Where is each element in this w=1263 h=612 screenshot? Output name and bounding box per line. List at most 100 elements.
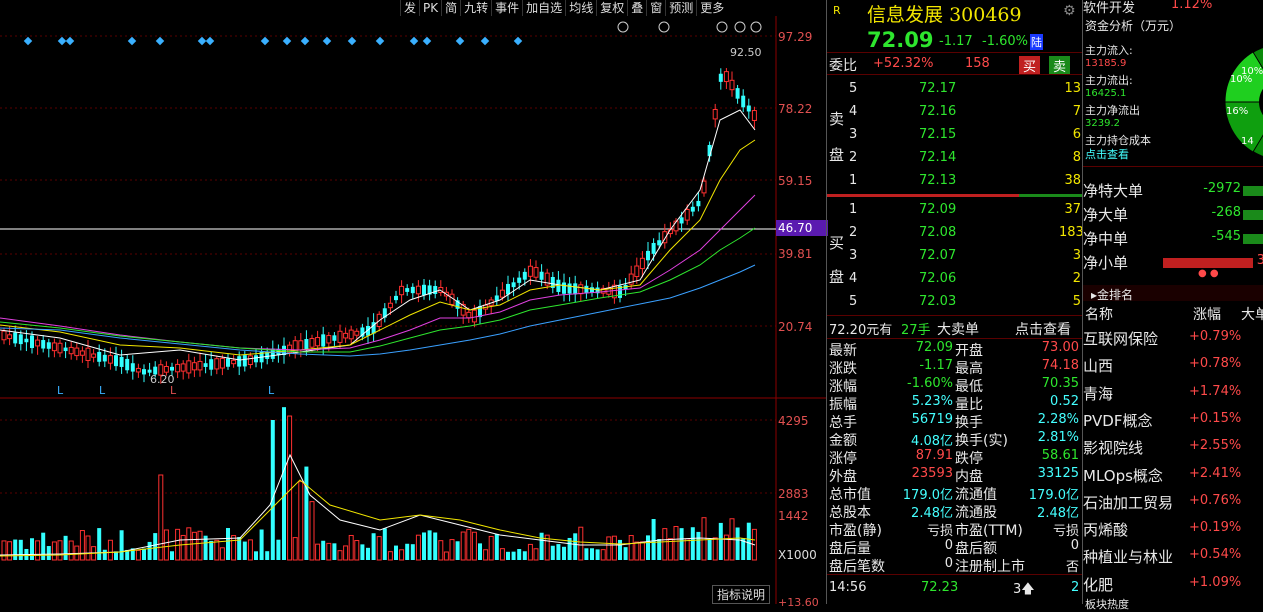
gear-icon[interactable]: ⚙ [1063, 3, 1076, 19]
toolbar-item-adjust[interactable]: 复权 [596, 0, 627, 16]
candle [522, 271, 527, 280]
rank-col-bigorder[interactable]: 大单 [1241, 304, 1263, 324]
volume-bar [506, 551, 510, 560]
buy-button[interactable]: 买 [1019, 56, 1041, 75]
up-arrow-icon: 🡅 [1021, 582, 1035, 597]
toolbar-item-add-watch[interactable]: 加自选 [522, 0, 565, 16]
volume-bar [30, 538, 34, 560]
candle [326, 335, 332, 344]
toolbar-item-forecast[interactable]: 预测 [665, 0, 696, 16]
pager-dots[interactable]: ● ● [1198, 268, 1219, 279]
candle [387, 302, 393, 309]
stat-label: 量比 [955, 397, 983, 413]
toolbar-item-overlay[interactable]: 叠 [627, 0, 646, 16]
volume-bar [684, 538, 690, 561]
candle [527, 265, 533, 277]
buy_side-price: 72.06 [919, 271, 957, 286]
rank-row-name[interactable]: 丙烯酸 [1083, 519, 1128, 540]
toolbar-item-more[interactable]: 更多 [696, 0, 727, 16]
sell-button[interactable]: 卖 [1049, 56, 1071, 75]
rank-row-change: +1.09% [1189, 574, 1242, 590]
stat-value: 2.81% [1037, 430, 1079, 445]
volume-bar [102, 549, 107, 560]
candle [410, 286, 415, 294]
candle [735, 88, 740, 99]
stat-value: 23593 [911, 466, 953, 481]
candle [690, 206, 695, 212]
rank-row-name[interactable]: 影视院线 [1083, 437, 1143, 458]
candle [729, 79, 735, 91]
high-price-label: 92.50 [730, 46, 762, 59]
rank-row-name[interactable]: 石油加工贸易 [1083, 492, 1173, 513]
volume-bar [214, 539, 220, 561]
rank-row-name[interactable]: 化肥 [1083, 574, 1113, 595]
stat-label: 跌停 [955, 451, 983, 467]
candle [321, 334, 326, 347]
main-out-label: 主力流出: [1085, 74, 1133, 87]
candle [219, 357, 225, 369]
buy-side-label: 买 [829, 234, 845, 252]
volume-bar [478, 543, 482, 560]
rank-row-name[interactable]: MLOps概念 [1083, 465, 1163, 486]
sell_side-level: 1 [849, 173, 858, 188]
volume-bar [427, 530, 432, 560]
toolbar-item-window[interactable]: 窗 [646, 0, 665, 16]
volume-bar [634, 541, 640, 561]
stat-label: 最新 [829, 343, 857, 359]
rank-row-name[interactable]: 青海 [1083, 383, 1113, 404]
candle [214, 358, 220, 370]
rank-col-name[interactable]: 名称 [1085, 304, 1113, 324]
toolbar-item-fa[interactable]: 发 [400, 0, 419, 16]
toolbar-item-events[interactable]: 事件 [491, 0, 522, 16]
fund-pie-chart: 10% 10% 16% 14 [1224, 47, 1263, 157]
indicator-help-button[interactable]: 指标说明 [712, 585, 771, 604]
toolbar-item-pk[interactable]: PK [419, 0, 441, 16]
volume-bar [415, 534, 421, 561]
volume-bar [679, 528, 684, 560]
volume-bar [646, 535, 650, 560]
volume-bar [46, 546, 51, 560]
volume-bar [712, 537, 718, 561]
limit-marker: L [57, 384, 64, 397]
candle [354, 330, 360, 336]
volume-bar [226, 528, 230, 560]
netflow-label: 净大单 [1083, 206, 1129, 224]
sector-name[interactable]: 软件开发 [1083, 0, 1135, 16]
toolbar-item-ma[interactable]: 均线 [565, 0, 596, 16]
volume-bar [1, 540, 7, 561]
volume-bar [405, 543, 410, 560]
sell_side-price: 72.17 [919, 81, 957, 96]
volume-bar [533, 548, 539, 561]
volume-bar [68, 540, 74, 561]
volume-bar [623, 547, 628, 560]
toolbar-item-jian[interactable]: 简 [441, 0, 460, 16]
stat-label: 流通股 [955, 505, 997, 521]
candle [405, 288, 410, 292]
volume-bar [449, 539, 455, 561]
volume-bar [701, 517, 707, 561]
candle [7, 334, 13, 340]
buy_side-price: 72.07 [919, 248, 957, 263]
volume-bar [180, 534, 186, 561]
sell_side-volume: 38 [1064, 173, 1081, 188]
rank-col-change[interactable]: 涨幅 [1193, 304, 1221, 324]
kline-chart[interactable]: 92.50 6.20 [0, 0, 826, 604]
rank-row-name[interactable]: PVDF概念 [1083, 410, 1153, 431]
stat-label: 振幅 [829, 397, 857, 413]
candle [511, 282, 516, 288]
main-cost-link[interactable]: 点击查看 [1085, 146, 1129, 162]
rank-row-name[interactable]: 互联网保险 [1083, 328, 1158, 349]
toolbar-item-jiuzhuan[interactable]: 九转 [460, 0, 491, 16]
stat-label: 市盈(静) [829, 523, 882, 539]
candle [712, 108, 718, 120]
netflow-value: -2972 [1203, 181, 1241, 196]
big-order-link[interactable]: 点击查看 [1015, 319, 1071, 339]
candle [506, 283, 510, 295]
volume-bar [690, 527, 695, 560]
volume-bar [191, 531, 197, 561]
candle [57, 342, 63, 354]
rank-row-name[interactable]: 山西 [1083, 355, 1113, 376]
volume-bar [326, 542, 332, 561]
volume-bar [494, 533, 499, 560]
rank-row-name[interactable]: 种植业与林业 [1083, 546, 1173, 567]
